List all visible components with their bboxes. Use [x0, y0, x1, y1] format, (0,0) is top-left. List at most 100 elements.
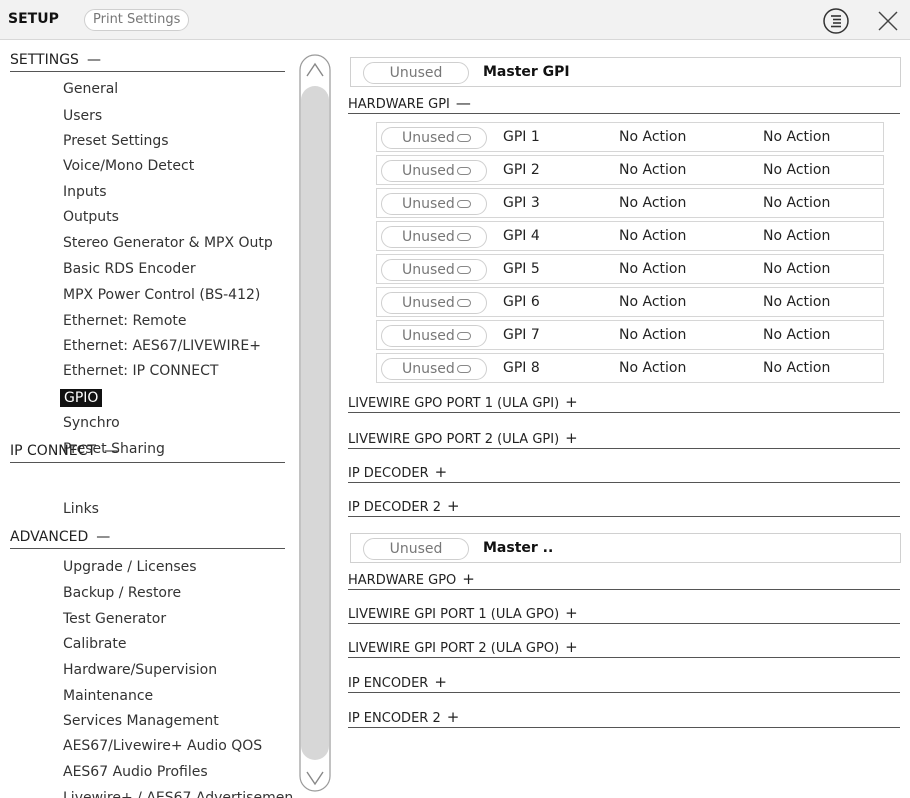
- sidebar-item[interactable]: Livewire+ / AES67 Advertisemen: [63, 789, 293, 798]
- sidebar-item[interactable]: Ethernet: Remote: [63, 312, 187, 330]
- gpi-action-1[interactable]: No Action: [619, 129, 686, 145]
- gpi-action-1[interactable]: No Action: [619, 360, 686, 376]
- sidebar-item[interactable]: GPIO: [60, 389, 103, 407]
- gpi-action-2[interactable]: No Action: [763, 294, 830, 310]
- expand-icon: +: [446, 708, 460, 726]
- gpi-state-label: Unused: [402, 262, 455, 278]
- sidebar-item[interactable]: Services Management: [63, 712, 219, 730]
- hardware-gpi-header[interactable]: HARDWARE GPI —: [348, 94, 900, 114]
- master-gpi-state-toggle[interactable]: Unused: [363, 62, 469, 84]
- gpi-name: GPI 6: [503, 294, 540, 310]
- sidebar-item[interactable]: Links: [63, 500, 99, 518]
- toggle-icon: [456, 200, 471, 208]
- master-gpi-row: Unused Master GPI: [350, 57, 901, 87]
- gpi-state-toggle[interactable]: Unused: [381, 358, 487, 380]
- expand-icon: +: [434, 673, 447, 691]
- gpi-action-2[interactable]: No Action: [763, 129, 830, 145]
- gpi-name: GPI 4: [503, 228, 540, 244]
- sidebar-item[interactable]: AES67/Livewire+ Audio QOS: [63, 737, 262, 755]
- sidebar-item[interactable]: Preset Settings: [63, 132, 169, 150]
- gpi-action-1[interactable]: No Action: [619, 261, 686, 277]
- group-title: IP ENCODER: [348, 676, 429, 691]
- group-title: LIVEWIRE GPI PORT 2 (ULA GPO): [348, 641, 560, 656]
- gpi-action-1[interactable]: No Action: [619, 228, 686, 244]
- group-title: IP ENCODER 2: [348, 711, 441, 726]
- gpi-row: Unused GPI 8 No Action No Action: [376, 353, 884, 383]
- gpi-name: GPI 5: [503, 261, 540, 277]
- gpi-state-toggle[interactable]: Unused: [381, 226, 487, 248]
- sidebar-item[interactable]: Users: [63, 107, 102, 125]
- group-header[interactable]: IP ENCODER +: [348, 673, 900, 693]
- list-menu-icon[interactable]: [822, 7, 850, 35]
- sidebar-item[interactable]: Backup / Restore: [63, 584, 181, 602]
- sidebar-section-2[interactable]: ADVANCED —: [10, 527, 285, 549]
- sidebar: SETTINGS — General Users Preset Settings Voic…: [0, 40, 343, 798]
- sidebar-item[interactable]: Basic RDS Encoder: [63, 260, 196, 278]
- gpi-action-2[interactable]: No Action: [763, 327, 830, 343]
- close-icon[interactable]: [876, 9, 900, 33]
- sidebar-section-1[interactable]: IP CONNECT —: [10, 441, 285, 463]
- sidebar-item[interactable]: Hardware/Supervision: [63, 661, 217, 679]
- gpi-action-2[interactable]: No Action: [763, 162, 830, 178]
- group-header[interactable]: LIVEWIRE GPI PORT 2 (ULA GPO) +: [348, 638, 900, 658]
- sidebar-item[interactable]: Synchro: [63, 414, 120, 432]
- sidebar-item[interactable]: General: [63, 80, 118, 98]
- sidebar-item[interactable]: Ethernet: IP CONNECT: [63, 362, 218, 380]
- gpi-action-2[interactable]: No Action: [763, 195, 830, 211]
- gpi-action-1[interactable]: No Action: [619, 162, 686, 178]
- collapse-icon: —: [86, 52, 101, 68]
- sidebar-item[interactable]: AES67 Audio Profiles: [63, 763, 208, 781]
- scroll-down-icon: [306, 771, 324, 786]
- sidebar-section-0[interactable]: SETTINGS —: [10, 50, 285, 72]
- sidebar-item[interactable]: MPX Power Control (BS-412): [63, 286, 260, 304]
- group-header[interactable]: HARDWARE GPO +: [348, 570, 900, 590]
- gpi-row: Unused GPI 7 No Action No Action: [376, 320, 884, 350]
- sidebar-item[interactable]: Voice/Mono Detect: [63, 157, 194, 175]
- gpi-action-1[interactable]: No Action: [619, 327, 686, 343]
- sidebar-item[interactable]: Stereo Generator & MPX Outp: [63, 234, 273, 252]
- toggle-icon: [456, 134, 471, 142]
- group-title: LIVEWIRE GPI PORT 1 (ULA GPO): [348, 607, 560, 622]
- gpi-state-label: Unused: [402, 163, 455, 179]
- gpi-state-toggle[interactable]: Unused: [381, 259, 487, 281]
- toggle-icon: [456, 167, 471, 175]
- group-header[interactable]: IP DECODER 2 +: [348, 497, 900, 517]
- gpi-action-1[interactable]: No Action: [619, 195, 686, 211]
- sidebar-item[interactable]: Ethernet: AES67/LIVEWIRE+: [63, 337, 261, 355]
- sidebar-item[interactable]: Upgrade / Licenses: [63, 558, 197, 576]
- header-bar: SETUP Print Settings: [0, 0, 910, 40]
- group-header[interactable]: IP ENCODER 2 +: [348, 708, 900, 728]
- gpi-state-toggle[interactable]: Unused: [381, 127, 487, 149]
- sidebar-item[interactable]: Test Generator: [63, 610, 166, 628]
- group-title: LIVEWIRE GPO PORT 1 (ULA GPI): [348, 396, 560, 411]
- gpi-state-toggle[interactable]: Unused: [381, 325, 487, 347]
- gpi-state-toggle[interactable]: Unused: [381, 193, 487, 215]
- group-header[interactable]: LIVEWIRE GPI PORT 1 (ULA GPO) +: [348, 604, 900, 624]
- gpi-action-2[interactable]: No Action: [763, 228, 830, 244]
- toggle-icon: [456, 332, 471, 340]
- gpi-state-toggle[interactable]: Unused: [381, 292, 487, 314]
- sidebar-item[interactable]: Outputs: [63, 208, 119, 226]
- sidebar-section-title: ADVANCED: [10, 529, 89, 545]
- gpi-action-2[interactable]: No Action: [763, 360, 830, 376]
- gpi-action-2[interactable]: No Action: [763, 261, 830, 277]
- main-panel: Unused Master GPI HARDWARE GPI — Unused GP…: [343, 40, 910, 798]
- expand-icon: +: [565, 393, 578, 411]
- gpi-action-1[interactable]: No Action: [619, 294, 686, 310]
- expand-icon: +: [565, 604, 578, 622]
- group-header[interactable]: IP DECODER +: [348, 463, 900, 483]
- master-gpo-state-toggle[interactable]: Unused: [363, 538, 469, 560]
- gpi-row: Unused GPI 3 No Action No Action: [376, 188, 884, 218]
- gpi-state-label: Unused: [402, 196, 455, 212]
- group-header[interactable]: LIVEWIRE GPO PORT 1 (ULA GPI) +: [348, 393, 900, 413]
- gpi-state-toggle[interactable]: Unused: [381, 160, 487, 182]
- sidebar-item[interactable]: Calibrate: [63, 635, 126, 653]
- sidebar-item[interactable]: Inputs: [63, 183, 107, 201]
- gpi-state-label: Unused: [402, 295, 455, 311]
- gpi-name: GPI 8: [503, 360, 540, 376]
- gpi-row: Unused GPI 2 No Action No Action: [376, 155, 884, 185]
- print-settings-button[interactable]: Print Settings: [84, 9, 190, 31]
- group-header[interactable]: LIVEWIRE GPO PORT 2 (ULA GPI) +: [348, 429, 900, 449]
- sidebar-item[interactable]: Maintenance: [63, 687, 153, 705]
- sidebar-section-title: IP CONNECT: [10, 443, 96, 459]
